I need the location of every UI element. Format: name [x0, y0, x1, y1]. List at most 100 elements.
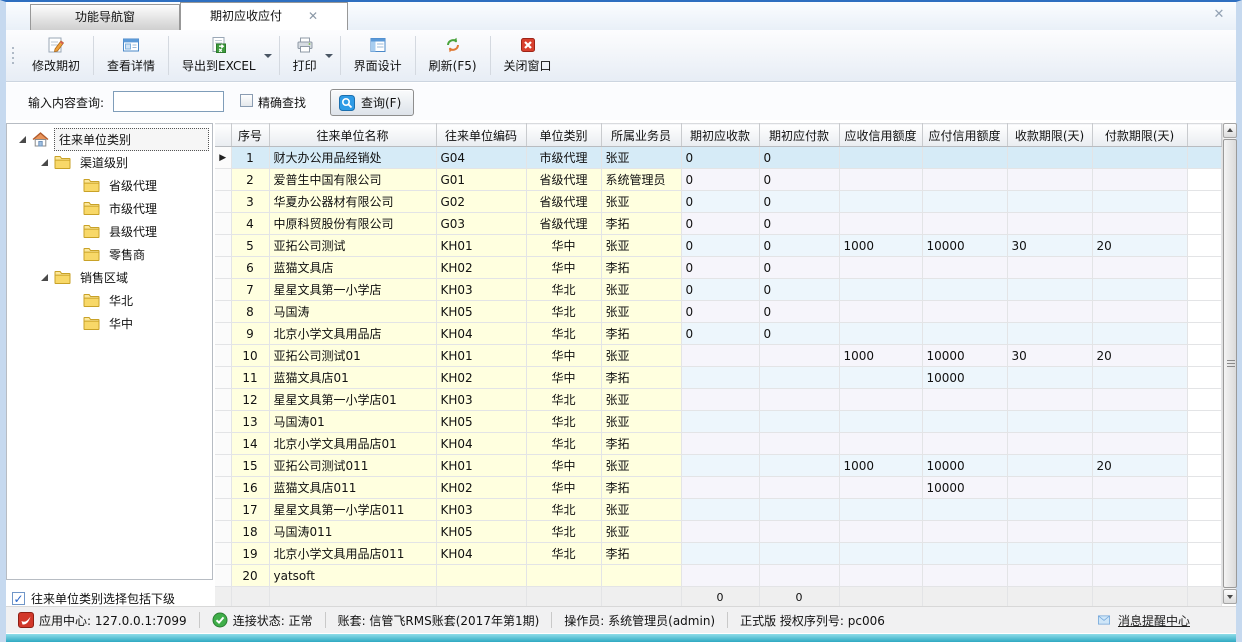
exact-match-checkbox[interactable] — [240, 94, 253, 107]
scroll-down-icon[interactable] — [1223, 589, 1237, 604]
cell[interactable] — [1092, 565, 1187, 587]
cell[interactable]: 14 — [231, 433, 269, 455]
table-row[interactable]: 8马国涛KH05华北张亚00 — [215, 301, 1221, 323]
column-header[interactable]: 收款期限(天) — [1007, 124, 1092, 147]
cell[interactable] — [1007, 389, 1092, 411]
cell[interactable]: 10000 — [922, 235, 1007, 257]
cell[interactable] — [922, 543, 1007, 565]
cell[interactable] — [1092, 521, 1187, 543]
cell[interactable]: 0 — [681, 257, 759, 279]
cell[interactable]: 0 — [759, 169, 839, 191]
cell[interactable] — [759, 455, 839, 477]
cell[interactable] — [759, 433, 839, 455]
cell[interactable]: 11 — [231, 367, 269, 389]
cell[interactable] — [1007, 257, 1092, 279]
cell[interactable]: 华北 — [526, 521, 601, 543]
cell[interactable] — [1092, 301, 1187, 323]
cell[interactable]: 省级代理 — [526, 191, 601, 213]
cell[interactable] — [922, 257, 1007, 279]
tree-item-1[interactable]: 渠道级别 — [7, 151, 212, 174]
cell[interactable] — [922, 169, 1007, 191]
tab-close-icon[interactable]: ✕ — [308, 3, 318, 30]
cell[interactable] — [839, 411, 922, 433]
cell[interactable]: 9 — [231, 323, 269, 345]
cell[interactable]: 10000 — [922, 345, 1007, 367]
cell[interactable] — [681, 455, 759, 477]
cell[interactable]: KH05 — [436, 301, 526, 323]
cell[interactable]: 0 — [759, 213, 839, 235]
cell[interactable]: 10000 — [922, 367, 1007, 389]
search-input[interactable] — [113, 91, 224, 112]
cell[interactable] — [1092, 279, 1187, 301]
column-header[interactable]: 期初应收款 — [681, 124, 759, 147]
column-header[interactable]: 应付信用额度 — [922, 124, 1007, 147]
tree-item-8[interactable]: 华中 — [7, 312, 212, 335]
column-header[interactable]: 单位类别 — [526, 124, 601, 147]
cell[interactable]: 北京小学文具用品店01 — [269, 433, 436, 455]
cell[interactable] — [526, 565, 601, 587]
cell[interactable] — [1092, 411, 1187, 433]
cell[interactable]: G03 — [436, 213, 526, 235]
cell[interactable] — [1007, 433, 1092, 455]
cell[interactable]: 星星文具第一小学店011 — [269, 499, 436, 521]
cell[interactable]: 蓝猫文具店01 — [269, 367, 436, 389]
cell[interactable]: 5 — [231, 235, 269, 257]
cell[interactable]: 马国涛011 — [269, 521, 436, 543]
cell[interactable] — [1007, 213, 1092, 235]
column-header[interactable]: 应收信用额度 — [839, 124, 922, 147]
cell[interactable]: KH04 — [436, 433, 526, 455]
cell[interactable] — [1092, 191, 1187, 213]
cell[interactable] — [1007, 191, 1092, 213]
cell[interactable] — [922, 191, 1007, 213]
chevron-down-icon[interactable] — [264, 54, 272, 58]
cell[interactable]: 20 — [231, 565, 269, 587]
cell[interactable] — [681, 433, 759, 455]
cell[interactable]: 马国涛01 — [269, 411, 436, 433]
toolbar-grip[interactable] — [6, 30, 20, 81]
table-row[interactable]: 11蓝猫文具店01KH02华中李拓10000 — [215, 367, 1221, 389]
cell[interactable]: G01 — [436, 169, 526, 191]
cell[interactable] — [1007, 301, 1092, 323]
cell[interactable]: 张亚 — [601, 521, 681, 543]
cell[interactable]: 0 — [759, 279, 839, 301]
vertical-scrollbar[interactable] — [1222, 123, 1236, 604]
cell[interactable]: 省级代理 — [526, 213, 601, 235]
cell[interactable]: 华中 — [526, 367, 601, 389]
cell[interactable]: 2 — [231, 169, 269, 191]
cell[interactable] — [1092, 499, 1187, 521]
cell[interactable]: 市级代理 — [526, 147, 601, 169]
cell[interactable] — [759, 389, 839, 411]
cell[interactable]: G02 — [436, 191, 526, 213]
cell[interactable] — [922, 499, 1007, 521]
cell[interactable]: 中原科贸股份有限公司 — [269, 213, 436, 235]
cell[interactable] — [839, 565, 922, 587]
column-header[interactable]: 序号 — [231, 124, 269, 147]
cell[interactable] — [1007, 411, 1092, 433]
column-header[interactable]: 付款期限(天) — [1092, 124, 1187, 147]
cell[interactable] — [1007, 455, 1092, 477]
cell[interactable]: 张亚 — [601, 191, 681, 213]
cell[interactable]: 亚拓公司测试01 — [269, 345, 436, 367]
cell[interactable]: 10000 — [922, 477, 1007, 499]
cell[interactable] — [681, 543, 759, 565]
tree-item-6[interactable]: 销售区域 — [7, 266, 212, 289]
message-center-link[interactable]: 消息提醒中心 — [1096, 612, 1190, 629]
cell[interactable] — [681, 389, 759, 411]
cell[interactable]: 华北 — [526, 411, 601, 433]
cell[interactable] — [681, 521, 759, 543]
cell[interactable]: KH03 — [436, 389, 526, 411]
cell[interactable]: 0 — [681, 323, 759, 345]
table-row[interactable]: 6蓝猫文具店KH02华中李拓00 — [215, 257, 1221, 279]
query-button[interactable]: 查询(F) — [330, 89, 414, 116]
cell[interactable]: 张亚 — [601, 455, 681, 477]
expand-triangle-icon[interactable] — [19, 136, 26, 143]
cell[interactable]: 1000 — [839, 235, 922, 257]
tree-item-3[interactable]: 市级代理 — [7, 197, 212, 220]
cell[interactable]: 华中 — [526, 345, 601, 367]
export-excel-button[interactable]: 导出到EXCEL — [170, 30, 268, 81]
cell[interactable]: 10000 — [922, 455, 1007, 477]
include-sublevel-checkbox[interactable]: ✓ — [12, 592, 25, 605]
cell[interactable] — [839, 279, 922, 301]
cell[interactable]: 张亚 — [601, 389, 681, 411]
cell[interactable] — [681, 499, 759, 521]
